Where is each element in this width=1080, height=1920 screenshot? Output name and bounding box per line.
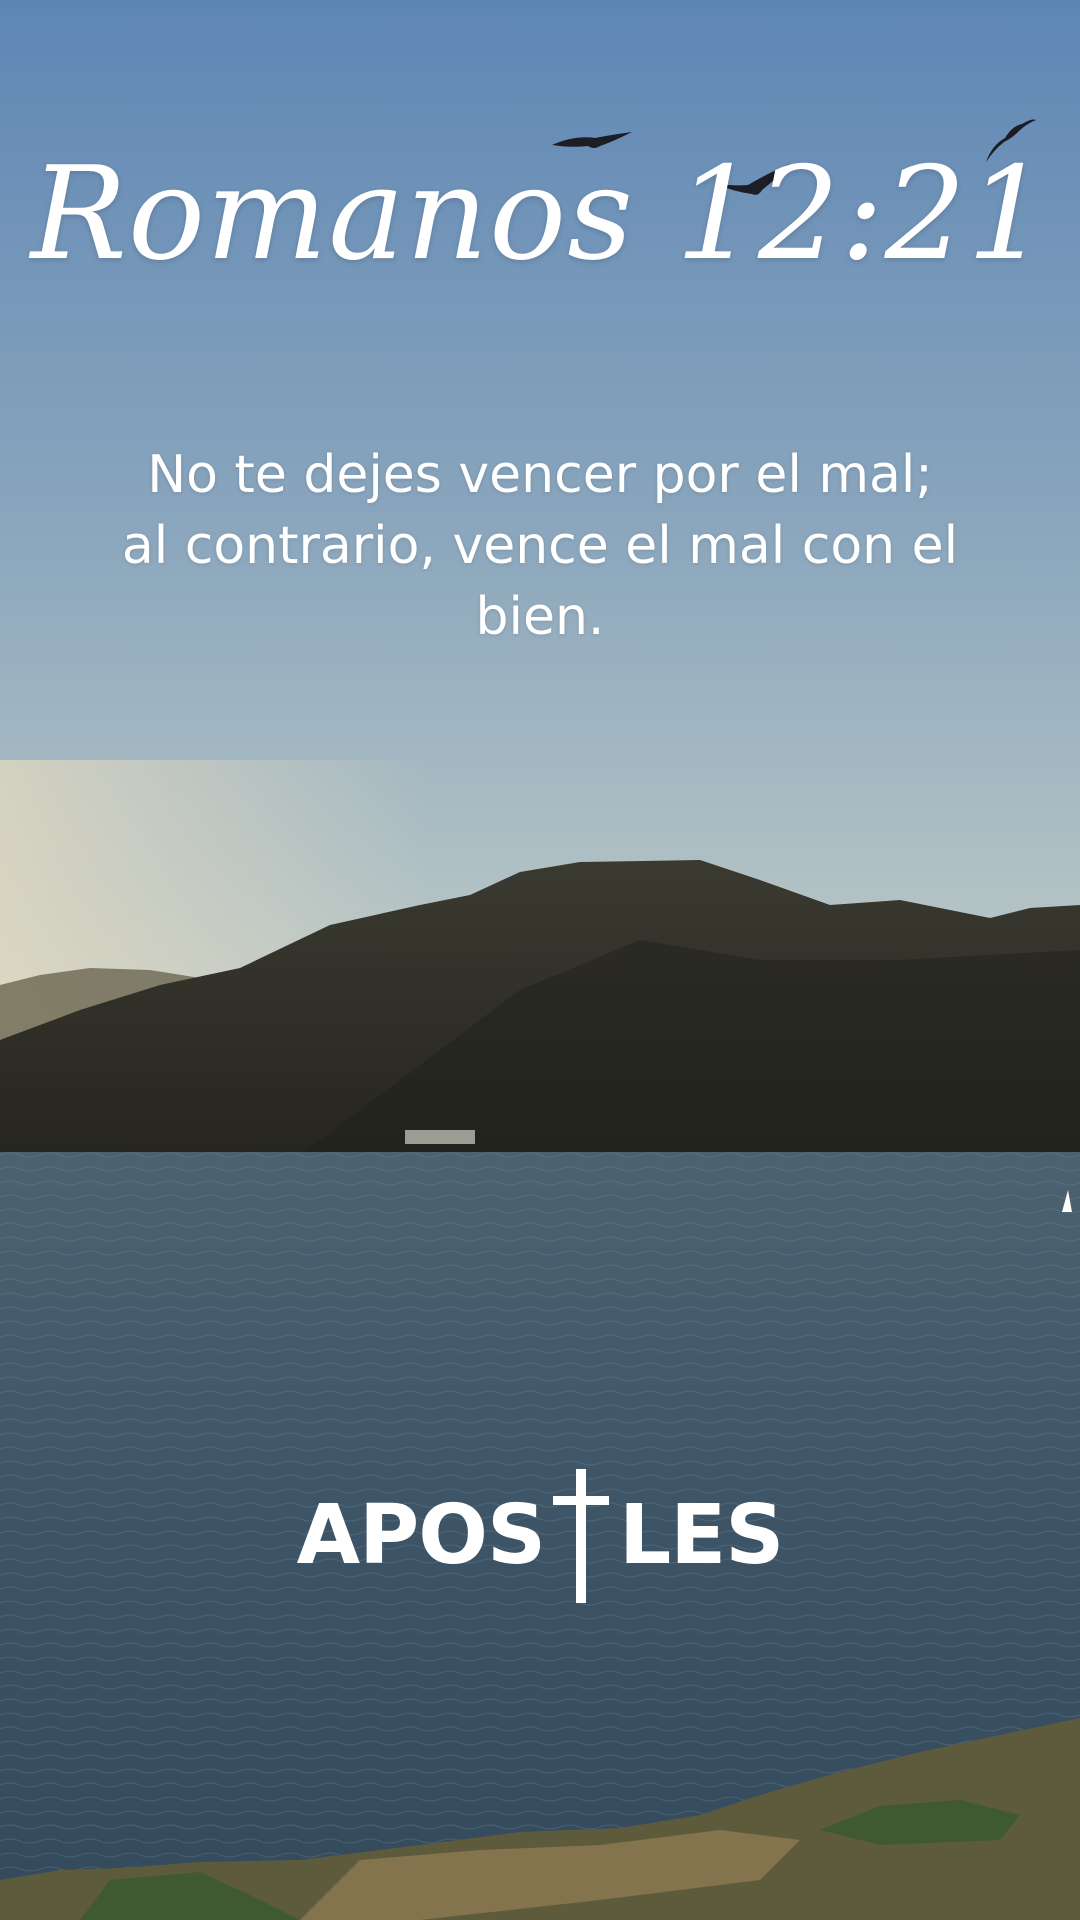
cross-icon <box>553 1469 609 1603</box>
shore-building <box>405 1130 475 1144</box>
brand-text-left: APOS <box>296 1488 546 1583</box>
brand-text-right: LES <box>619 1488 784 1583</box>
verse-text: No te dejes vencer por el mal; al contra… <box>121 445 959 647</box>
brand-logo: APOS LES <box>0 1466 1080 1606</box>
verse-reference-title: Romanos 12:21 <box>30 140 1050 289</box>
